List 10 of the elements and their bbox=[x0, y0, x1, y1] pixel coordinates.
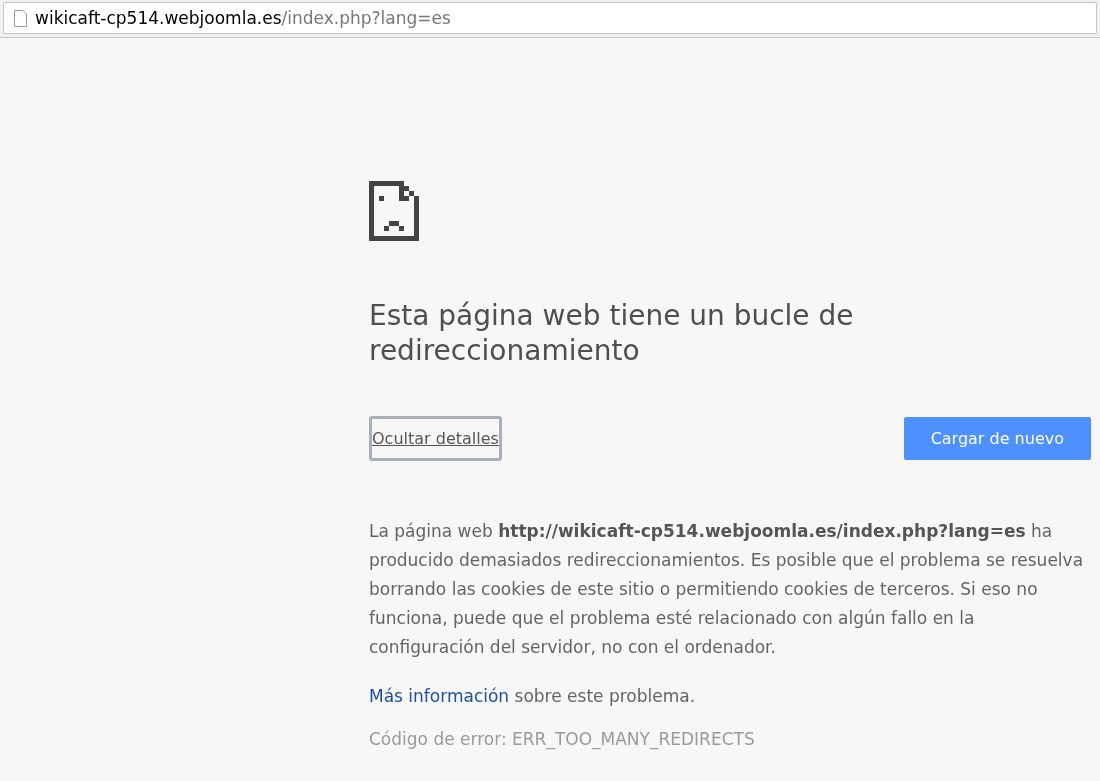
hide-details-link[interactable]: Ocultar detalles bbox=[369, 416, 502, 461]
more-info-link[interactable]: Más información bbox=[369, 686, 510, 706]
page-icon bbox=[14, 9, 27, 27]
more-info-text: sobre este problema. bbox=[514, 686, 696, 706]
address-bar[interactable]: wikicaft-cp514.webjoomla.es/index.php?lang=es bbox=[3, 2, 1097, 34]
details-text: La página web http://wikicaft-cp514.webjoomla.es/index.php?lang=es ha producido demasiados redireccionamientos. Es posible que el problema se resuelva borrando las cookies de este sitio o permitiendo cookies de terceros. Si eso no funciona, puede que el problema esté relacionado con algún fallo en la configuración del servidor, no con el ordenador. bbox=[369, 520, 1085, 659]
url-text: wikicaft-cp514.webjoomla.es/index.php?lang=es bbox=[35, 8, 451, 28]
sad-page-icon bbox=[369, 181, 419, 241]
error-heading: Esta página web tiene un bucle de redireccionamiento bbox=[369, 298, 855, 368]
error-code: Código de error: ERR_TOO_MANY_REDIRECTS bbox=[369, 729, 756, 749]
